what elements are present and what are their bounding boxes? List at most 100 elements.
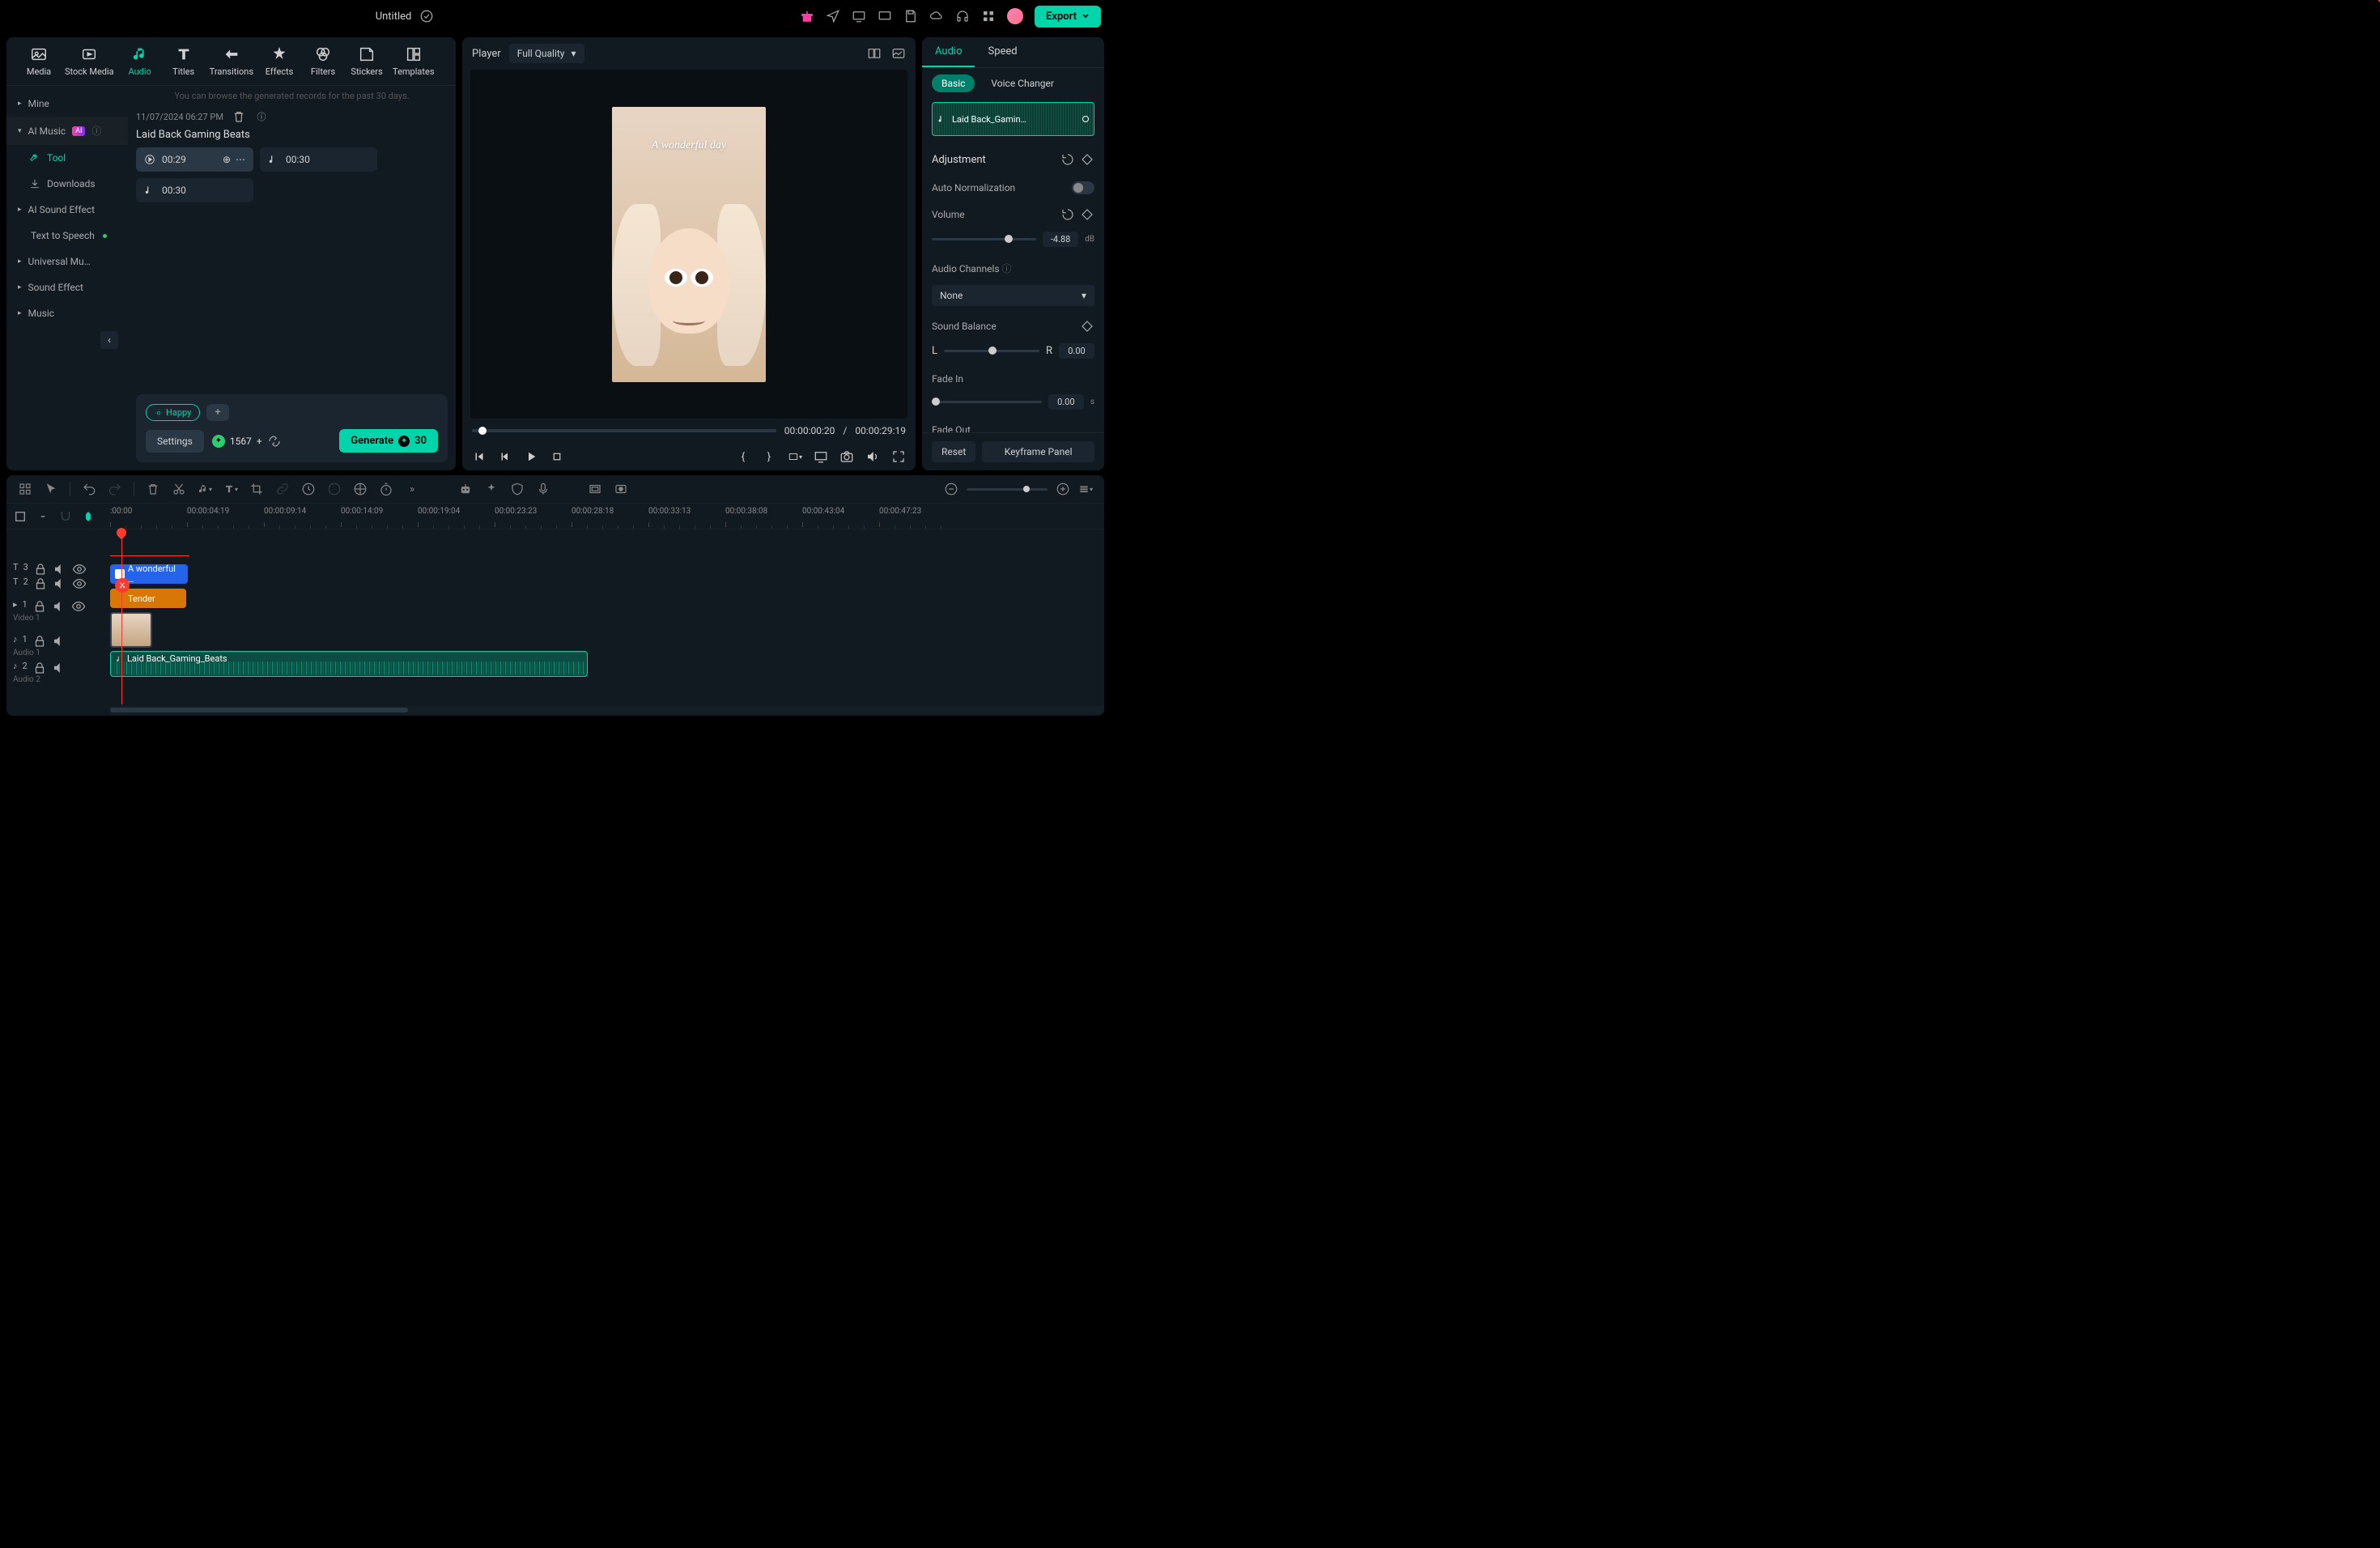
sidebar-item-ai-music[interactable]: ▾AI MusicAIⓘ xyxy=(6,117,128,145)
skip-back-icon[interactable] xyxy=(472,449,487,464)
fade-in-slider[interactable] xyxy=(932,401,1042,403)
sidebar-item-text-to-speech[interactable]: Text to Speech xyxy=(6,223,128,249)
sidebar-item-mine[interactable]: ▸Mine xyxy=(6,91,128,117)
reset-volume-icon[interactable] xyxy=(1060,207,1075,222)
subtab-basic[interactable]: Basic xyxy=(932,74,975,92)
mute-icon[interactable] xyxy=(52,661,66,675)
monitor-icon[interactable] xyxy=(814,449,828,464)
tl-ai-icon[interactable] xyxy=(458,482,473,496)
keyframe-adjustment-icon[interactable] xyxy=(1080,152,1094,167)
delete-icon[interactable] xyxy=(232,109,246,124)
sidebar-item-tool[interactable]: Tool xyxy=(6,145,128,171)
add-tag-button[interactable]: + xyxy=(206,404,228,421)
avatar[interactable] xyxy=(1007,8,1023,24)
fade-in-value[interactable]: 0.00 xyxy=(1048,394,1084,410)
tl-snap-icon[interactable] xyxy=(13,509,28,524)
tl-magnet-icon[interactable] xyxy=(58,509,73,524)
clip-audio-laidback[interactable]: Laid Back_Gaming_Beats xyxy=(110,651,588,677)
tag-happy[interactable]: Happy xyxy=(146,404,200,421)
tab-templates[interactable]: Templates xyxy=(393,45,434,77)
tl-text-icon[interactable]: ▾ xyxy=(223,482,238,496)
timeline-scrollbar[interactable] xyxy=(110,706,1104,714)
cloud-icon[interactable] xyxy=(929,9,944,23)
eye-icon[interactable] xyxy=(71,599,86,614)
tl-delete-icon[interactable] xyxy=(146,482,160,496)
lock-icon[interactable] xyxy=(33,576,48,591)
subtab-voice-changer[interactable]: Voice Changer xyxy=(981,74,1064,92)
quality-dropdown[interactable]: Full Quality▾ xyxy=(509,44,584,63)
mute-icon[interactable] xyxy=(52,599,66,614)
timeline-ruler[interactable]: :00:0000:00:04:1900:00:09:1400:00:14:090… xyxy=(110,504,1104,529)
tl-music-icon[interactable]: ▾ xyxy=(198,482,212,496)
zoom-out-icon[interactable] xyxy=(944,482,958,496)
gift-icon[interactable] xyxy=(800,9,814,23)
add-icon[interactable]: ⊕ xyxy=(223,154,231,165)
mute-icon[interactable] xyxy=(53,562,67,576)
tl-cut-icon[interactable] xyxy=(172,482,186,496)
keyframe-volume-icon[interactable] xyxy=(1080,207,1094,222)
volume-value[interactable]: -4.88 xyxy=(1043,232,1078,247)
tl-grid-icon[interactable] xyxy=(18,482,32,496)
track-header-a2[interactable]: ♪2 Audio 2 xyxy=(6,661,110,684)
mute-icon[interactable] xyxy=(53,576,67,591)
tab-filters[interactable]: Filters xyxy=(305,45,341,77)
zoom-slider[interactable] xyxy=(967,488,1048,491)
tl-shield-icon[interactable] xyxy=(510,482,525,496)
tl-record-icon[interactable] xyxy=(614,482,628,496)
lock-icon[interactable] xyxy=(33,562,48,576)
tab-audio[interactable]: Audio xyxy=(122,45,158,77)
tl-mic-icon[interactable] xyxy=(536,482,550,496)
tab-effects[interactable]: Effects xyxy=(261,45,297,77)
mark-in-icon[interactable]: { xyxy=(736,449,750,464)
balance-slider[interactable] xyxy=(944,350,1039,352)
tab-transitions[interactable]: Transitions xyxy=(210,45,253,77)
tl-color-icon[interactable] xyxy=(327,482,342,496)
preview-area[interactable]: A wonderful day xyxy=(470,70,907,419)
display-icon[interactable] xyxy=(878,9,892,23)
volume-slider[interactable] xyxy=(932,238,1036,240)
tl-more-icon[interactable]: » xyxy=(405,482,419,496)
sidebar-item-music[interactable]: ▸Music xyxy=(6,300,128,326)
tab-stickers[interactable]: Stickers xyxy=(349,45,385,77)
mark-out-icon[interactable]: } xyxy=(762,449,776,464)
tl-select-icon[interactable] xyxy=(44,482,58,496)
frame-back-icon[interactable] xyxy=(498,449,512,464)
tl-effect-icon[interactable] xyxy=(353,482,368,496)
tl-timer-icon[interactable] xyxy=(379,482,393,496)
clip-card-1[interactable]: 00:30 xyxy=(260,147,377,172)
compare-icon[interactable] xyxy=(867,46,882,61)
tl-redo-icon[interactable] xyxy=(108,482,122,496)
sidebar-item-universal-music[interactable]: ▸Universal Mu… xyxy=(6,249,128,274)
track-header-3[interactable]: T3 xyxy=(6,562,110,576)
clip-video-1[interactable] xyxy=(110,612,152,648)
screen-icon[interactable] xyxy=(852,9,866,23)
clip-card-2[interactable]: 00:30 xyxy=(136,178,253,202)
settings-button[interactable]: Settings xyxy=(146,430,204,453)
more-icon[interactable]: ⋯ xyxy=(236,154,245,165)
reset-button[interactable]: Reset xyxy=(932,441,975,462)
headphones-icon[interactable] xyxy=(955,9,970,23)
track-header-a1[interactable]: ♪1 Audio 1 xyxy=(6,630,110,661)
mute-icon[interactable] xyxy=(52,634,66,649)
export-button[interactable]: Export xyxy=(1035,6,1101,28)
sidebar-item-sound-effect[interactable]: ▸Sound Effect xyxy=(6,274,128,300)
tl-ratio-icon[interactable] xyxy=(588,482,602,496)
send-icon[interactable] xyxy=(826,9,840,23)
info-icon[interactable]: ⓘ xyxy=(254,109,269,124)
tl-view-icon[interactable]: ▾ xyxy=(1078,482,1093,496)
tab-speed[interactable]: Speed xyxy=(975,37,1030,67)
channels-select[interactable]: None▾ xyxy=(932,285,1094,306)
playhead-cut-icon[interactable] xyxy=(115,578,130,593)
track-header-v1[interactable]: ▸1 Video 1 xyxy=(6,591,110,630)
keyframe-balance-icon[interactable] xyxy=(1080,319,1094,334)
tab-titles[interactable]: Titles xyxy=(166,45,202,77)
tl-speed-icon[interactable] xyxy=(301,482,316,496)
lock-icon[interactable] xyxy=(32,634,47,649)
play-icon[interactable] xyxy=(524,449,538,464)
collapse-sidebar-button[interactable]: ‹ xyxy=(100,331,118,349)
reset-adjustment-icon[interactable] xyxy=(1060,152,1075,167)
sidebar-item-downloads[interactable]: Downloads xyxy=(6,171,128,197)
lock-icon[interactable] xyxy=(32,661,47,675)
lock-icon[interactable] xyxy=(32,599,47,614)
generate-button[interactable]: Generate ✦ 30 xyxy=(339,429,438,453)
